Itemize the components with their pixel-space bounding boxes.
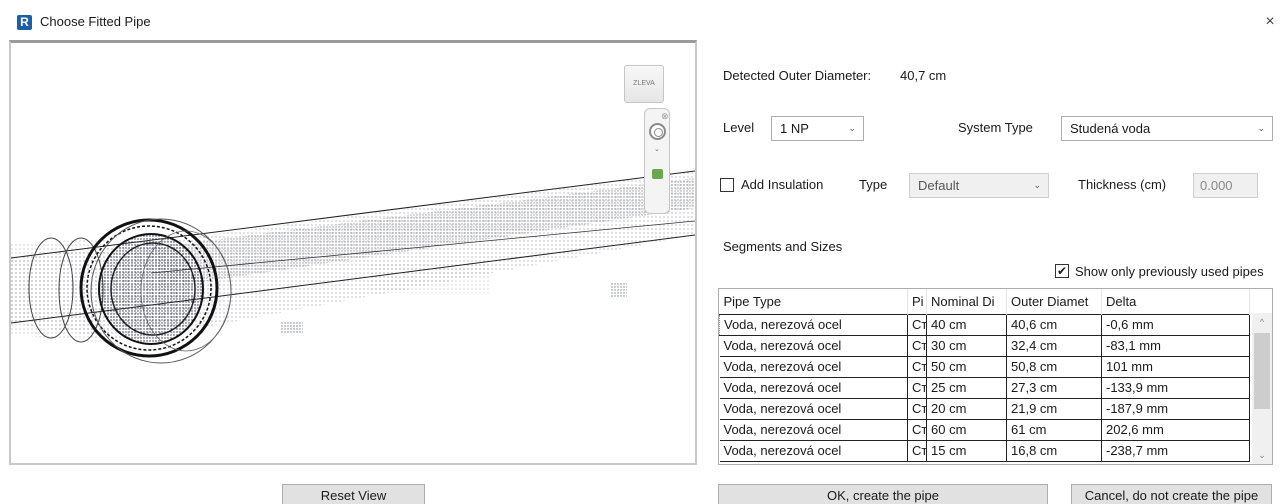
cell-outer-diameter[interactable]: 50,8 cm	[1006, 355, 1102, 378]
cell-pi[interactable]: Ст	[907, 355, 927, 378]
column-header-pipe-type[interactable]: Pipe Type	[719, 289, 908, 314]
viewcube[interactable]: ZLEVA	[624, 65, 664, 103]
add-insulation-checkbox[interactable]	[720, 178, 734, 192]
grid-header-row: Pipe Type Pi Nominal Di Outer Diamet Del…	[719, 289, 1250, 314]
chevron-down-icon: ⌄	[1257, 123, 1265, 133]
cell-nominal-diameter[interactable]: 25 cm	[926, 376, 1007, 399]
cell-delta[interactable]: -238,7 mm	[1101, 439, 1250, 462]
detected-diameter-value: 40,7 cm	[900, 68, 947, 83]
close-button[interactable]: ×	[1255, 8, 1285, 36]
navigation-bar[interactable]: ⊗ ⌄	[644, 108, 670, 214]
cell-pipe-type[interactable]: Voda, nerezová ocel	[719, 397, 908, 420]
cell-delta[interactable]: 202,6 mm	[1101, 418, 1250, 441]
grid-scrollbar[interactable]: ^ ⌄	[1252, 313, 1272, 464]
insulation-type-select[interactable]: Default ⌄	[909, 173, 1049, 198]
cell-nominal-diameter[interactable]: 40 cm	[926, 313, 1007, 336]
cell-nominal-diameter[interactable]: 30 cm	[926, 334, 1007, 357]
ok-create-pipe-button[interactable]: OK, create the pipe	[718, 484, 1048, 504]
cell-pipe-type[interactable]: Voda, nerezová ocel	[719, 439, 908, 462]
cell-delta[interactable]: -133,9 mm	[1101, 376, 1250, 399]
show-used-pipes-checkbox[interactable]: ✔	[1055, 264, 1069, 278]
cell-outer-diameter[interactable]: 27,3 cm	[1006, 376, 1102, 399]
table-row[interactable]: Voda, nerezová ocel Ст 25 cm 27,3 cm -13…	[719, 376, 1250, 399]
cell-pi[interactable]: Ст	[907, 334, 927, 357]
table-row[interactable]: Voda, nerezová ocel Ст 30 cm 32,4 cm -83…	[719, 334, 1250, 357]
table-row[interactable]: Voda, nerezová ocel Ст 15 cm 16,8 cm -23…	[719, 439, 1250, 462]
add-insulation-label[interactable]: Add Insulation	[741, 177, 823, 192]
level-label: Level	[723, 120, 755, 135]
pipe-sizes-grid[interactable]: Pipe Type Pi Nominal Di Outer Diamet Del…	[718, 288, 1273, 465]
cell-outer-diameter[interactable]: 21,9 cm	[1006, 397, 1102, 420]
segments-sizes-label: Segments and Sizes	[723, 239, 843, 254]
level-select-value: 1 NP	[780, 121, 809, 136]
revit-app-icon: R	[17, 15, 32, 30]
table-row[interactable]: Voda, nerezová ocel Ст 20 cm 21,9 cm -18…	[719, 397, 1250, 420]
insulation-type-label: Type	[859, 177, 888, 192]
reset-view-button[interactable]: Reset View	[282, 484, 425, 504]
column-header-delta[interactable]: Delta	[1101, 289, 1250, 314]
system-type-label: System Type	[958, 120, 1033, 135]
cell-pipe-type[interactable]: Voda, nerezová ocel	[719, 355, 908, 378]
cell-delta[interactable]: 101 mm	[1101, 355, 1250, 378]
insulation-type-value: Default	[918, 178, 960, 193]
column-header-pi[interactable]: Pi	[907, 289, 927, 314]
table-row[interactable]: Voda, nerezová ocel Ст 40 cm 40,6 cm -0,…	[719, 313, 1250, 336]
cell-nominal-diameter[interactable]: 20 cm	[926, 397, 1007, 420]
detected-diameter-label: Detected Outer Diameter:	[723, 68, 872, 83]
cancel-button[interactable]: Cancel, do not create the pipe	[1071, 484, 1272, 504]
thickness-input[interactable]: 0.000	[1193, 173, 1258, 198]
cell-pipe-type[interactable]: Voda, nerezová ocel	[719, 313, 908, 336]
cell-nominal-diameter[interactable]: 60 cm	[926, 418, 1007, 441]
cell-nominal-diameter[interactable]: 15 cm	[926, 439, 1007, 462]
cell-delta[interactable]: -187,9 mm	[1101, 397, 1250, 420]
cell-outer-diameter[interactable]: 32,4 cm	[1006, 334, 1102, 357]
cell-pipe-type[interactable]: Voda, nerezová ocel	[719, 334, 908, 357]
cell-nominal-diameter[interactable]: 50 cm	[926, 355, 1007, 378]
cell-outer-diameter[interactable]: 40,6 cm	[1006, 313, 1102, 336]
chevron-down-icon: ⌄	[848, 123, 856, 133]
show-used-pipes-label[interactable]: Show only previously used pipes	[1075, 264, 1264, 279]
cell-delta[interactable]: -0,6 mm	[1101, 313, 1250, 336]
chevron-down-icon[interactable]: ⌄	[654, 145, 660, 153]
cell-pi[interactable]: Ст	[907, 313, 927, 336]
column-header-outer-diameter[interactable]: Outer Diamet	[1006, 289, 1102, 314]
cell-outer-diameter[interactable]: 16,8 cm	[1006, 439, 1102, 462]
cell-delta[interactable]: -83,1 mm	[1101, 334, 1250, 357]
chevron-down-icon: ⌄	[1033, 180, 1041, 190]
system-type-value: Studená voda	[1070, 121, 1151, 136]
cell-pi[interactable]: Ст	[907, 376, 927, 399]
cell-pi[interactable]: Ст	[907, 397, 927, 420]
system-type-select[interactable]: Studená voda ⌄	[1061, 116, 1273, 141]
window-title: Choose Fitted Pipe	[40, 14, 151, 29]
nav-close-icon[interactable]: ⊗	[661, 112, 669, 121]
cell-outer-diameter[interactable]: 61 cm	[1006, 418, 1102, 441]
column-header-nominal-diameter[interactable]: Nominal Di	[926, 289, 1007, 314]
scroll-up-icon[interactable]: ^	[1252, 313, 1272, 331]
cell-pipe-type[interactable]: Voda, nerezová ocel	[719, 376, 908, 399]
scroll-thumb[interactable]	[1254, 333, 1270, 409]
point-cloud-view	[11, 170, 695, 364]
table-row[interactable]: Voda, nerezová ocel Ст 50 cm 50,8 cm 101…	[719, 355, 1250, 378]
cell-pi[interactable]: Ст	[907, 439, 927, 462]
level-select[interactable]: 1 NP ⌄	[771, 116, 864, 141]
scroll-down-icon[interactable]: ⌄	[1252, 446, 1272, 464]
title-bar: R Choose Fitted Pipe ×	[0, 0, 1285, 44]
cell-pipe-type[interactable]: Voda, nerezová ocel	[719, 418, 908, 441]
zoom-icon[interactable]	[652, 169, 663, 179]
cell-pi[interactable]: Ст	[907, 418, 927, 441]
steering-wheel-icon[interactable]	[649, 123, 666, 140]
3d-viewport[interactable]: ZLEVA ⊗ ⌄	[9, 40, 697, 465]
table-row[interactable]: Voda, nerezová ocel Ст 60 cm 61 cm 202,6…	[719, 418, 1250, 441]
thickness-label: Thickness (cm)	[1078, 177, 1167, 192]
